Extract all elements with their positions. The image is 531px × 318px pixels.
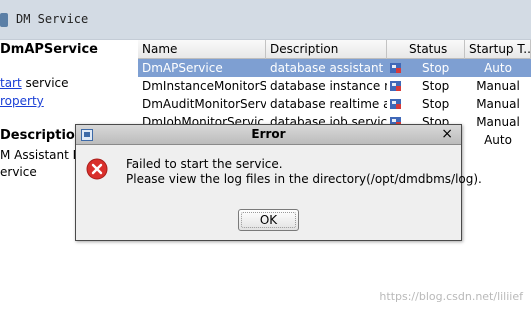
column-header-status[interactable]: Status (387, 40, 465, 59)
close-icon[interactable]: × (441, 126, 453, 142)
column-header-name[interactable]: Name (138, 40, 266, 59)
cell-status: Stop (422, 61, 450, 75)
description-line-2: ervice (0, 165, 37, 179)
table-row[interactable]: DmInstanceMonitorSe... database instance… (138, 77, 531, 95)
error-icon (86, 158, 108, 180)
cell-startup-type: Auto (484, 133, 512, 147)
cell-description: database instance m... (270, 79, 387, 93)
start-service-link[interactable]: tart (0, 76, 22, 90)
cell-name: DmInstanceMonitorSe... (142, 79, 266, 93)
app-icon (0, 13, 8, 27)
service-status-icon (390, 81, 401, 91)
cell-startup-type: Manual (476, 79, 520, 93)
table-header: Name Description Status Startup T... (138, 40, 531, 59)
cell-description: database assistant p... (270, 61, 387, 75)
cell-startup-type: Manual (476, 97, 520, 111)
watermark: https://blog.csdn.net/liliief (379, 290, 523, 303)
dialog-titlebar[interactable]: Error × (76, 125, 461, 145)
window-titlebar: DM Service (0, 0, 531, 40)
dialog-title: Error (251, 127, 286, 141)
error-message-line-2: Please view the log files in the directo… (126, 172, 482, 186)
table-row[interactable]: DmAuditMonitorServi... database realtime… (138, 95, 531, 113)
error-dialog: Error × Failed to start the service. Ple… (75, 124, 482, 241)
description-line-1: M Assistant P (0, 148, 80, 162)
cell-status: Stop (422, 97, 450, 111)
cell-description: database realtime a... (270, 97, 387, 111)
column-header-description[interactable]: Description (266, 40, 387, 59)
cell-name: DmAPService (142, 61, 223, 75)
table-row-selected[interactable]: DmAPService database assistant p... Stop… (138, 59, 531, 77)
ok-button[interactable]: OK (238, 209, 299, 231)
cell-startup-type: Manual (476, 115, 520, 129)
column-header-startup-type[interactable]: Startup T... (465, 40, 531, 59)
window-title: DM Service (16, 12, 89, 26)
cell-startup-type: Auto (484, 61, 512, 75)
start-service-suffix: service (21, 76, 69, 90)
cell-name: DmAuditMonitorServi... (142, 97, 266, 111)
service-status-icon (390, 63, 401, 73)
error-message-line-1: Failed to start the service. (126, 157, 283, 171)
cell-status: Stop (422, 79, 450, 93)
selected-service-name: DmAPService (0, 42, 98, 57)
service-status-icon (390, 99, 401, 109)
property-link[interactable]: roperty (0, 94, 44, 108)
start-service-row: tart service (0, 76, 69, 90)
property-row: roperty (0, 94, 44, 108)
